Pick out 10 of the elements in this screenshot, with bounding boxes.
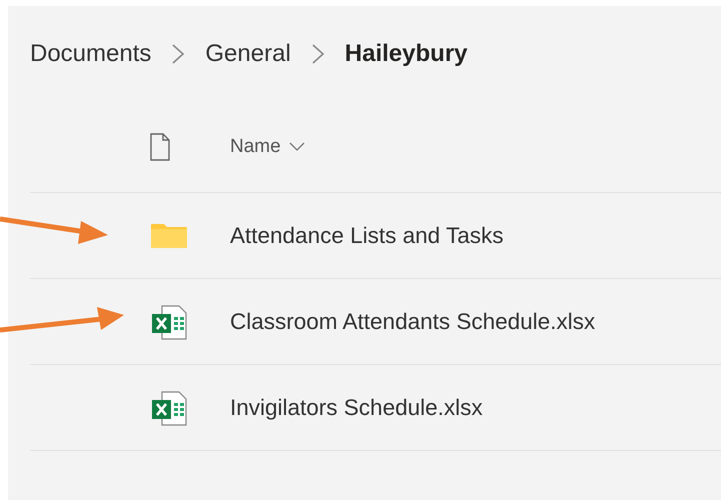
breadcrumb-link[interactable]: Haileybury xyxy=(344,36,468,72)
file-name-link[interactable]: Classroom Attendants Schedule.xlsx xyxy=(230,304,596,338)
file-name-link[interactable]: Attendance Lists and Tasks xyxy=(230,218,504,252)
file-name-link[interactable]: Invigilators Schedule.xlsx xyxy=(230,390,483,424)
chevron-icon xyxy=(171,42,186,66)
column-header[interactable]: Name xyxy=(230,132,305,162)
breadcrumb-link[interactable]: General xyxy=(205,36,291,72)
chevron-icon xyxy=(310,42,325,66)
breadcrumb-link[interactable]: Documents xyxy=(30,36,152,72)
file-icon xyxy=(150,133,170,161)
